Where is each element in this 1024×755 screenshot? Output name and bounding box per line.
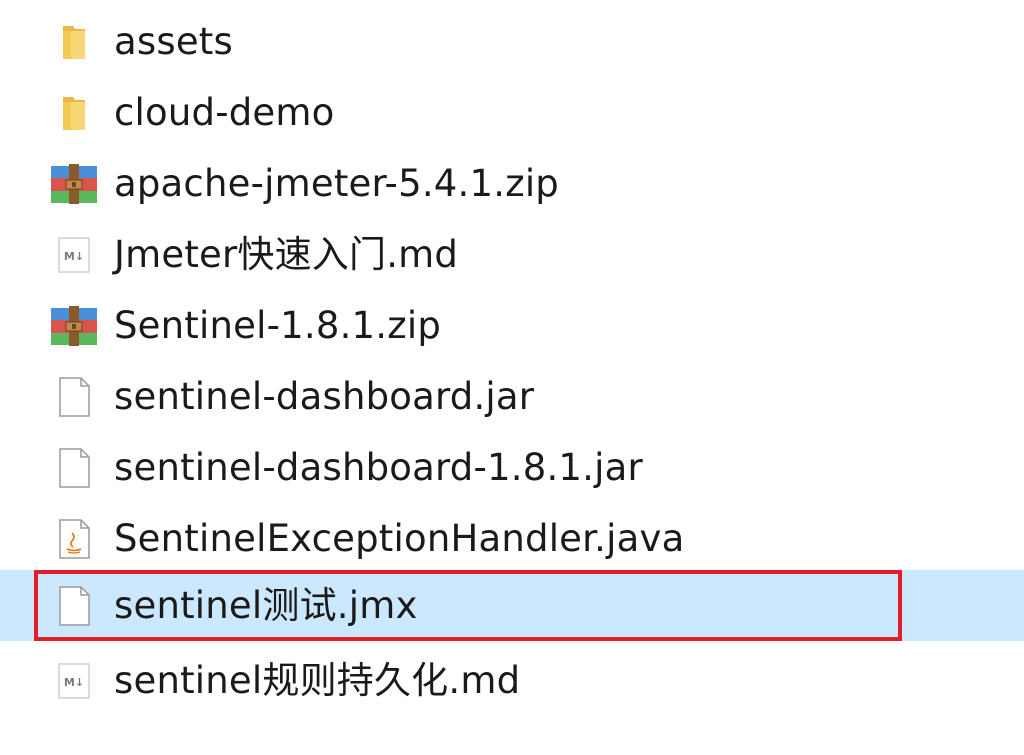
file-name: SentinelExceptionHandler.java [114,516,685,560]
markdown-file-icon: M↓ [48,655,100,707]
folder-icon [48,87,100,139]
svg-text:M↓: M↓ [64,250,84,263]
file-name: sentinel-dashboard-1.8.1.jar [114,445,643,489]
file-item-sentinel-rules-md[interactable]: M↓ sentinel规则持久化.md [0,645,1024,716]
file-name: cloud-demo [114,90,335,134]
folder-icon [48,16,100,68]
file-item-apache-jmeter-zip[interactable]: apache-jmeter-5.4.1.zip [0,148,1024,219]
file-item-jmeter-md[interactable]: M↓ Jmeter快速入门.md [0,219,1024,290]
zip-archive-icon [48,158,100,210]
file-item-sentinel-dashboard-jar[interactable]: sentinel-dashboard.jar [0,361,1024,432]
blank-file-icon [48,580,100,632]
file-name: assets [114,19,233,63]
file-item-sentinel-test-jmx[interactable]: sentinel测试.jmx [0,570,1024,641]
blank-file-icon [48,371,100,423]
file-item-sentinel-zip[interactable]: Sentinel-1.8.1.zip [0,290,1024,361]
blank-file-icon [48,442,100,494]
file-name: sentinel测试.jmx [114,583,418,627]
file-item-sentinel-exception-handler-java[interactable]: SentinelExceptionHandler.java [0,503,1024,574]
file-name: apache-jmeter-5.4.1.zip [114,161,559,205]
file-item-assets[interactable]: assets [0,6,1024,77]
file-list: assets cloud-demo apache-jmeter-5.4.1.zi… [0,0,1024,755]
markdown-file-icon: M↓ [48,229,100,281]
file-name: sentinel-dashboard.jar [114,374,535,418]
file-item-cloud-demo[interactable]: cloud-demo [0,77,1024,148]
file-name: Sentinel-1.8.1.zip [114,303,442,347]
file-name: Jmeter快速入门.md [114,232,459,276]
file-name: sentinel规则持久化.md [114,658,521,702]
zip-archive-icon [48,300,100,352]
svg-text:M↓: M↓ [64,676,84,689]
java-file-icon [48,513,100,565]
file-item-sentinel-dashboard-181-jar[interactable]: sentinel-dashboard-1.8.1.jar [0,432,1024,503]
